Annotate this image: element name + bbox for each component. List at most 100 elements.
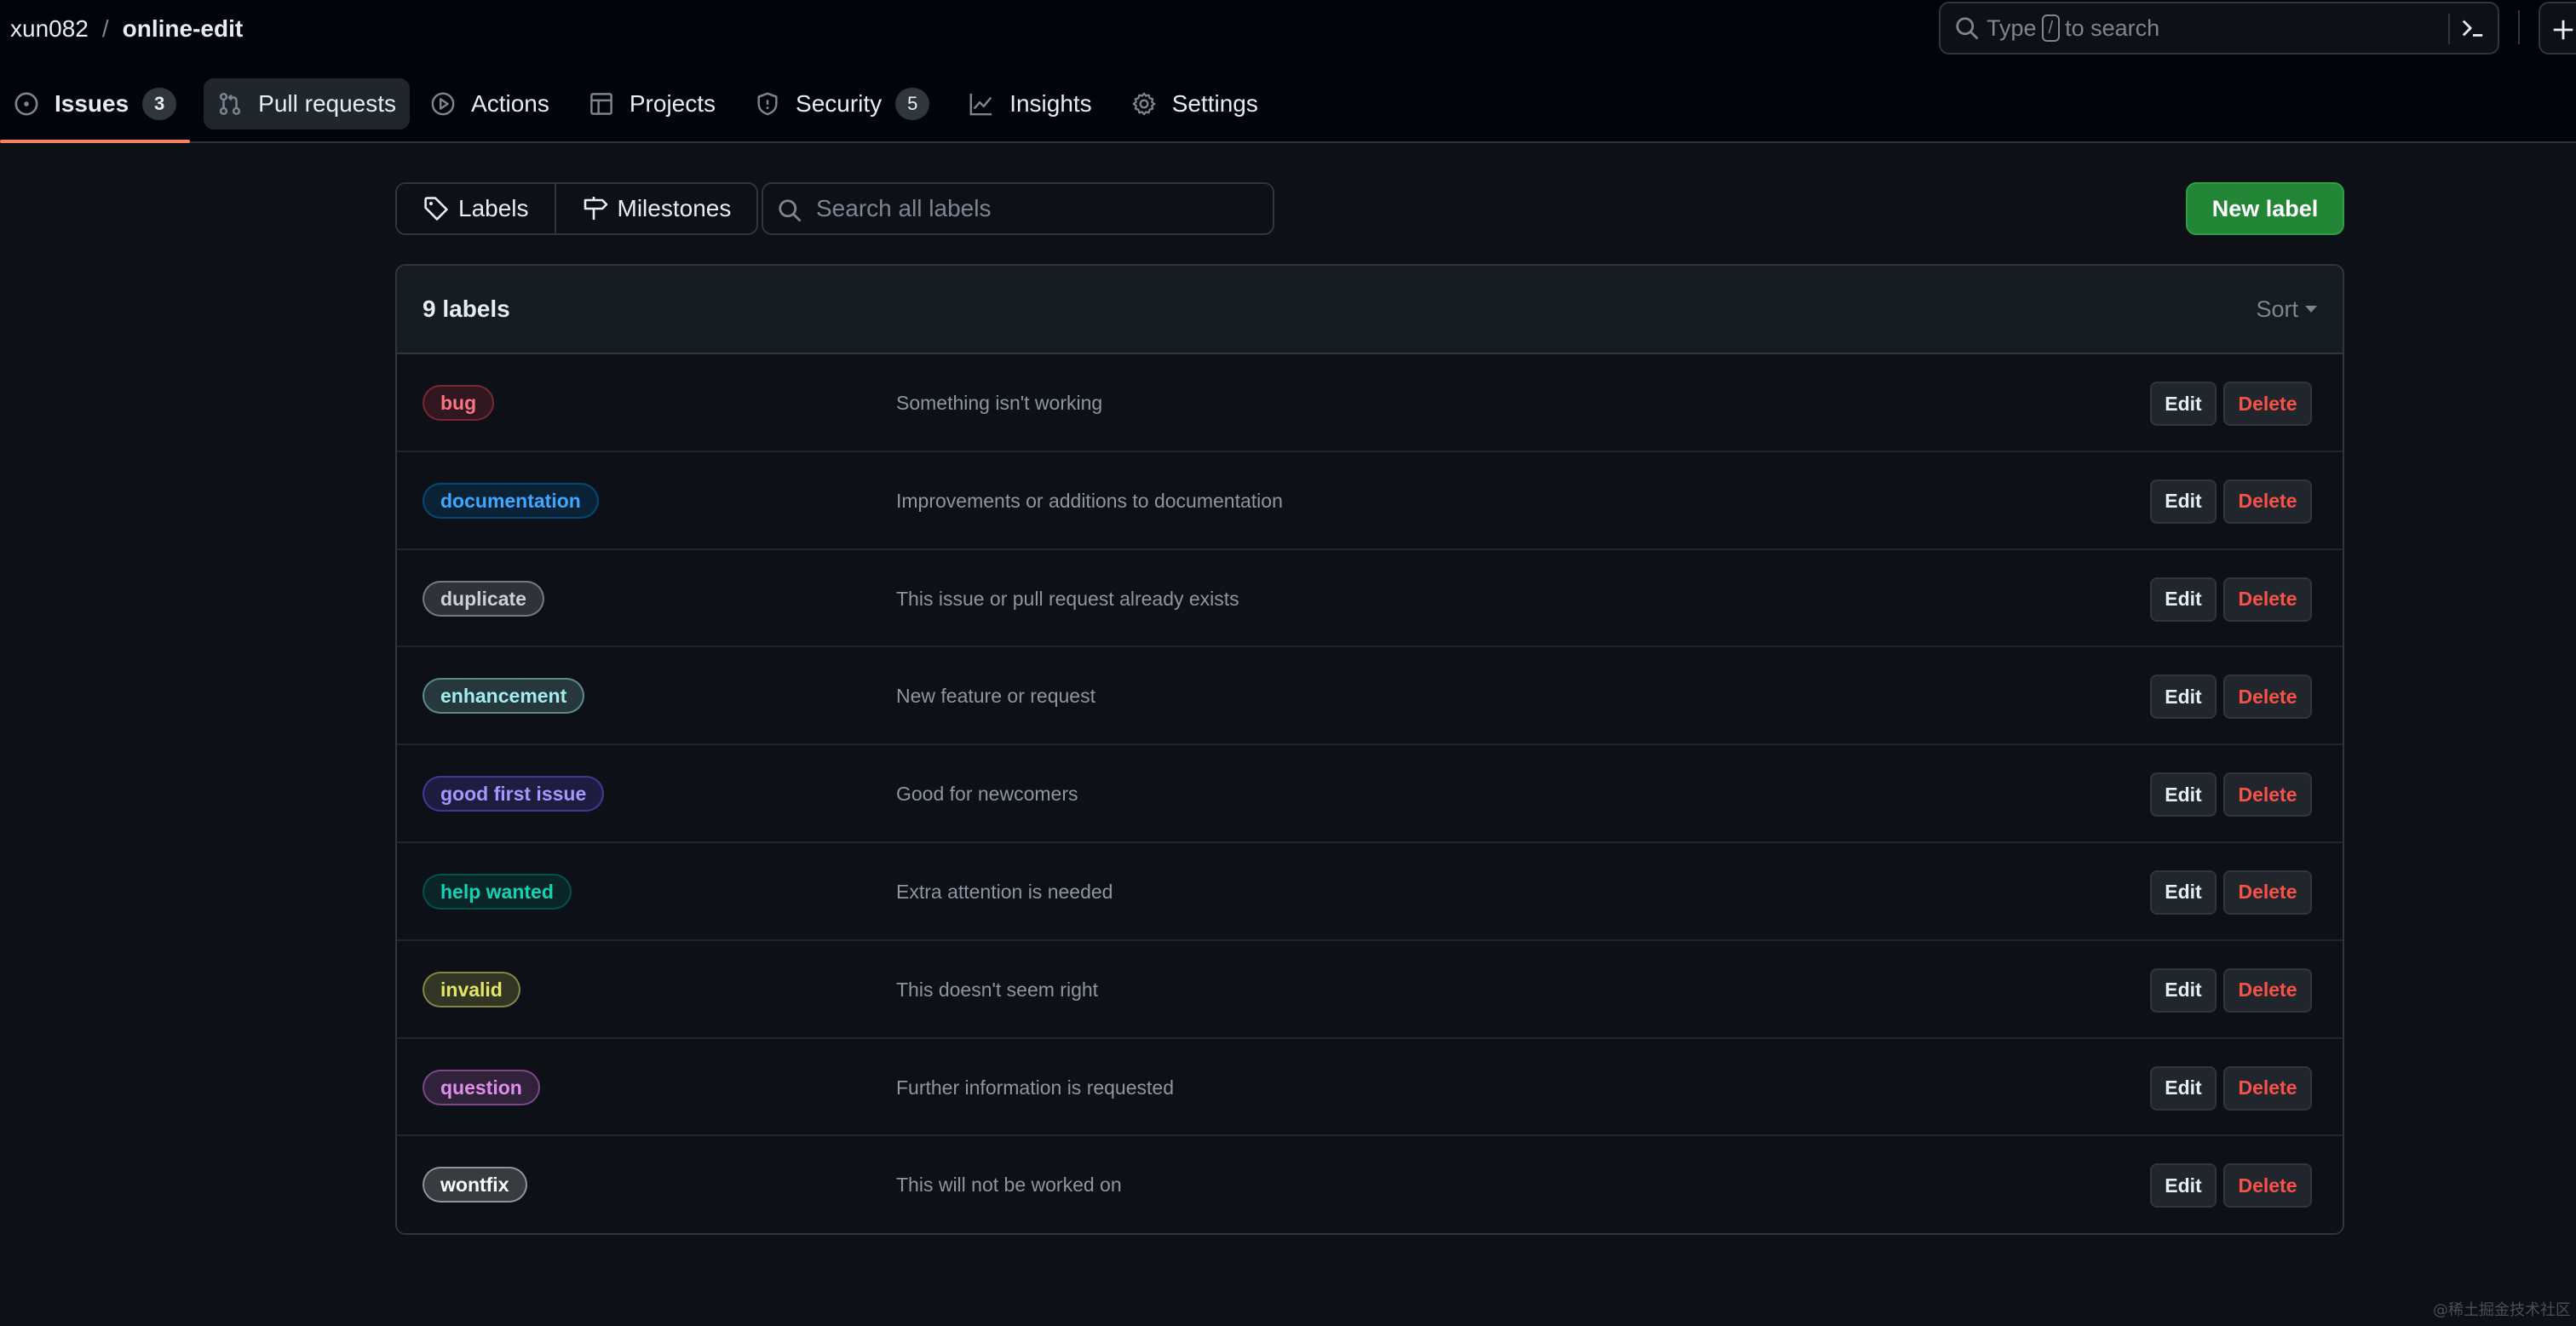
tab-actions-label: Actions [471, 90, 549, 117]
global-search-input[interactable]: Type / to search [1939, 2, 2499, 55]
label-pill[interactable]: question [423, 1069, 540, 1105]
tab-issues[interactable]: Issues 3 [0, 78, 191, 143]
label-actions: Edit Delete [2150, 1065, 2312, 1111]
label-description: Good for newcomers [896, 783, 1078, 806]
tab-security-count: 5 [895, 88, 930, 120]
breadcrumb: xun082 / online-edit [10, 12, 243, 46]
play-icon [431, 92, 455, 116]
label-description: New feature or request [896, 685, 1095, 708]
delete-label-button[interactable]: Delete [2223, 870, 2312, 915]
tab-actions[interactable]: Actions [417, 78, 563, 129]
label-row: duplicate This issue or pull request alre… [397, 550, 2343, 648]
graph-icon [969, 93, 992, 116]
label-pill[interactable]: bug [423, 385, 495, 421]
labels-rows: bug Something isn't working Edit Delete docu… [397, 354, 2343, 1233]
edit-label-button[interactable]: Edit [2150, 577, 2217, 622]
delete-label-button[interactable]: Delete [2223, 967, 2312, 1013]
label-row: help wanted Extra attention is needed Edit… [397, 843, 2343, 941]
table-icon [590, 93, 612, 115]
delete-label-button[interactable]: Delete [2223, 382, 2312, 426]
tab-issues-label: Issues [55, 90, 129, 117]
label-actions: Edit Delete [2150, 967, 2312, 1013]
label-description: Something isn't working [896, 392, 1103, 414]
label-pill[interactable]: enhancement [423, 678, 585, 715]
tab-settings-label: Settings [1171, 90, 1258, 117]
label-search-input[interactable] [816, 195, 1242, 222]
tab-projects-label: Projects [629, 90, 716, 117]
repo-header: xun082 / online-edit Type / to search Is… [0, 0, 2576, 143]
edit-label-button[interactable]: Edit [2150, 1163, 2217, 1208]
delete-label-button[interactable]: Delete [2223, 772, 2312, 818]
label-pill[interactable]: invalid [423, 971, 520, 1007]
tag-icon [424, 197, 448, 221]
delete-label-button[interactable]: Delete [2223, 674, 2312, 720]
breadcrumb-repo-link[interactable]: online-edit [123, 15, 244, 43]
edit-label-button[interactable]: Edit [2150, 382, 2217, 426]
tab-projects[interactable]: Projects [575, 78, 729, 129]
search-divider [2448, 14, 2450, 44]
label-row: documentation Improvements or additions t… [397, 452, 2343, 550]
sort-label: Sort [2256, 296, 2298, 322]
subnav-labels[interactable]: Labels [397, 184, 555, 233]
labels-milestones-subnav: Labels Milestones [395, 182, 759, 235]
subnav-milestones[interactable]: Milestones [554, 184, 757, 233]
tab-security[interactable]: Security 5 [741, 78, 943, 129]
issue-opened-icon [14, 92, 38, 116]
label-row: enhancement New feature or request Edit Del… [397, 647, 2343, 746]
search-icon [777, 198, 802, 229]
create-new-button[interactable] [2539, 2, 2576, 55]
label-description: Extra attention is needed [896, 880, 1113, 903]
caret-down-icon [2305, 306, 2317, 313]
label-pill[interactable]: help wanted [423, 873, 572, 910]
label-row: invalid This doesn't seem right Edit Delete [397, 941, 2343, 1039]
plus-icon [2553, 20, 2573, 40]
tab-security-label: Security [796, 90, 883, 117]
delete-label-button[interactable]: Delete [2223, 1163, 2312, 1208]
edit-label-button[interactable]: Edit [2150, 870, 2217, 915]
breadcrumb-owner-link[interactable]: xun082 [10, 15, 89, 43]
edit-label-button[interactable]: Edit [2150, 772, 2217, 818]
delete-label-button[interactable]: Delete [2223, 577, 2312, 622]
tab-insights[interactable]: Insights [955, 78, 1106, 129]
edit-label-button[interactable]: Edit [2150, 967, 2217, 1013]
label-actions: Edit Delete [2150, 479, 2312, 524]
delete-label-button[interactable]: Delete [2223, 479, 2312, 524]
label-actions: Edit Delete [2150, 870, 2312, 915]
subnav-labels-text: Labels [458, 195, 529, 221]
label-row: question Further information is requested… [397, 1039, 2343, 1137]
new-label-button[interactable]: New label [2186, 182, 2344, 235]
label-row: bug Something isn't working Edit Delete [397, 354, 2343, 452]
delete-label-button[interactable]: Delete [2223, 1065, 2312, 1111]
label-actions: Edit Delete [2150, 577, 2312, 622]
label-pill[interactable]: duplicate [423, 580, 544, 617]
label-row: good first issue Good for newcomers Edit De… [397, 745, 2343, 843]
label-row: wontfix This will not be worked on Edit Del… [397, 1136, 2343, 1233]
search-suffix-text: to search [2065, 14, 2160, 41]
sort-dropdown[interactable]: Sort [2256, 296, 2317, 323]
label-actions: Edit Delete [2150, 674, 2312, 720]
label-description: This will not be worked on [896, 1174, 1122, 1197]
breadcrumb-separator: / [101, 15, 109, 42]
git-pull-request-icon [220, 92, 241, 116]
label-pill[interactable]: wontfix [423, 1167, 527, 1203]
tab-settings[interactable]: Settings [1118, 78, 1272, 129]
command-palette-icon[interactable] [2460, 15, 2486, 47]
tab-pull-requests-label: Pull requests [258, 90, 397, 117]
tab-pull-requests[interactable]: Pull requests [204, 78, 411, 129]
label-search-field[interactable] [762, 182, 1274, 235]
labels-count: 9 labels [423, 296, 510, 322]
edit-label-button[interactable]: Edit [2150, 674, 2217, 720]
gear-icon [1132, 92, 1155, 116]
label-pill[interactable]: good first issue [423, 776, 605, 812]
label-description: This issue or pull request already exist… [896, 587, 1239, 610]
label-pill[interactable]: documentation [423, 482, 599, 519]
search-prefix-text: Type [1987, 14, 2037, 41]
edit-label-button[interactable]: Edit [2150, 479, 2217, 524]
header-divider [2518, 10, 2520, 44]
label-actions: Edit Delete [2150, 772, 2312, 818]
labels-list-header: 9 labels Sort [397, 266, 2343, 354]
milestone-icon [584, 197, 607, 220]
tab-insights-label: Insights [1009, 90, 1092, 117]
edit-label-button[interactable]: Edit [2150, 1065, 2217, 1111]
search-icon [1954, 15, 1980, 47]
